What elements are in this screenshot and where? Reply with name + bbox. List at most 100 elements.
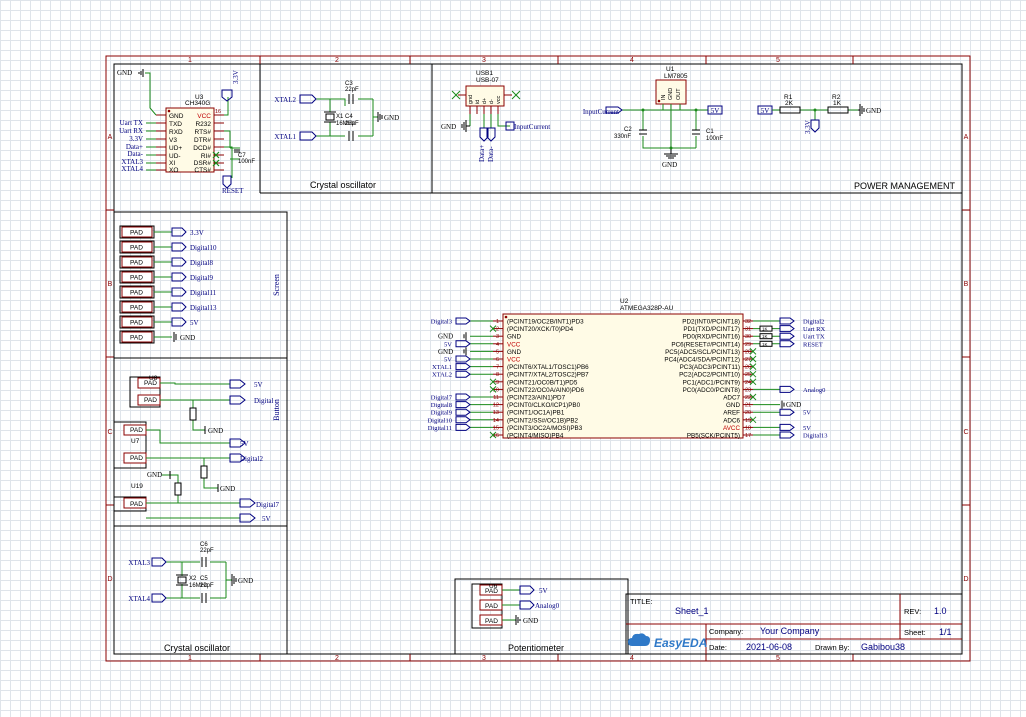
title-label: TITLE: bbox=[630, 597, 653, 606]
col-label: 5 bbox=[776, 655, 780, 662]
resistor-label: 1K bbox=[762, 327, 768, 332]
mcu-pin-name: PC5(ADC5/SCL/PCINT13) bbox=[665, 349, 740, 356]
pad-label: PAD bbox=[130, 501, 143, 508]
title-block: TITLE: Sheet_1 REV: 1.0 Company: Your Co… bbox=[626, 594, 962, 654]
mcu-net: Uart RX bbox=[803, 326, 826, 333]
crystal-top-gnd: GND bbox=[384, 114, 399, 122]
voltage-regulator[interactable]: U1 LM7805 IN GND OUT InputCurrent 5V GND… bbox=[583, 66, 724, 169]
net-flag bbox=[455, 355, 471, 363]
row-label: A bbox=[964, 134, 969, 141]
pad-label: PAD bbox=[130, 320, 143, 327]
company-label: Company: bbox=[709, 627, 743, 636]
mcu-pin-name: GND bbox=[507, 334, 521, 341]
mcu-part: ATMEGA328P-AU bbox=[620, 305, 674, 312]
net-flag bbox=[455, 416, 471, 424]
mcu-pin-name: (PCINT2/SS#/OC1B)PB2 bbox=[507, 417, 579, 424]
xtal-net: XTAL2 bbox=[274, 96, 296, 104]
screen-gnd: GND bbox=[180, 334, 195, 342]
button-gnd: GND bbox=[147, 471, 162, 479]
c5-ref: C5 bbox=[200, 576, 208, 582]
mcu-pin-name: PB5(SCK/PCINT5) bbox=[687, 433, 740, 440]
mcu-pin-name: AVCC bbox=[723, 425, 740, 432]
usb-connector[interactable]: USB1 USB-07 gnd id d+ d- vcc GND InputCu… bbox=[441, 70, 550, 162]
mcu-pin-num: 18 bbox=[745, 425, 751, 431]
pad-label: PAD bbox=[130, 275, 143, 282]
u3-pin-label: DSR# bbox=[194, 160, 212, 167]
net-flag bbox=[455, 340, 471, 348]
mcu-pin-num: 14 bbox=[493, 418, 499, 424]
mcu-pin-name: VCC bbox=[507, 341, 521, 348]
crystal-oscillator-bottom[interactable]: XTAL3 XTAL4 GND C6 22pF X2 16MHz C5 22pF bbox=[128, 542, 253, 603]
net-flag bbox=[171, 317, 187, 327]
mcu-pin-name: PC6(RESET#/PCINT14) bbox=[671, 341, 740, 348]
mcu-pin-name: PD0(RXD/PCINT16) bbox=[683, 334, 740, 341]
reg-out-net: 5V bbox=[711, 107, 720, 115]
screen-net: Digital11 bbox=[190, 289, 217, 297]
mcu-net: Uart TX bbox=[803, 334, 825, 341]
mcu-pin-name: PD1(TXD/PCINT17) bbox=[683, 326, 740, 333]
net-flag bbox=[171, 227, 187, 237]
mcu-pin-num: 11 bbox=[493, 395, 499, 401]
mcu-net: Digital9 bbox=[431, 410, 452, 417]
usb-input-current: InputCurrent bbox=[514, 123, 550, 131]
mcu-atmega328p[interactable]: U2 ATMEGA328P-AU 1 (PCINT19/OC2B/INT1)PD3… bbox=[427, 298, 827, 440]
screen-header[interactable]: PAD 3.3V PAD Digital10 PAD Digital8 PAD Digital… bbox=[119, 225, 217, 344]
schematic-canvas[interactable]: 1 2 3 4 5 1 2 3 4 5 A B C D A B C D Crys… bbox=[0, 0, 1026, 717]
sheet-title: Sheet_1 bbox=[675, 606, 709, 616]
u3-ch340g[interactable]: U3 CH340G GND TXD RXD V3 UD+ UD- XI XO V… bbox=[117, 69, 255, 195]
company-value: Your Company bbox=[760, 626, 820, 636]
u3-pin-label: R232 bbox=[195, 121, 211, 128]
col-label: 2 bbox=[335, 57, 339, 64]
mcu-net: XTAL1 bbox=[432, 364, 452, 371]
mcu-net: GND bbox=[786, 401, 801, 409]
col-label: 4 bbox=[630, 655, 634, 662]
mcu-net: Digital7 bbox=[431, 395, 453, 402]
screen-net: Digital13 bbox=[190, 304, 217, 312]
mcu-pin-num: 30 bbox=[745, 334, 751, 340]
net-flag bbox=[455, 317, 471, 325]
xtal-net: XTAL1 bbox=[274, 133, 296, 141]
net-flag bbox=[455, 408, 471, 416]
button-gnd: GND bbox=[208, 427, 223, 435]
x2-ref: X2 bbox=[189, 576, 197, 582]
screen-net: 3.3V bbox=[190, 229, 204, 237]
screen-net: 5V bbox=[190, 319, 199, 327]
section-title-power: POWER MANAGEMENT bbox=[854, 181, 956, 191]
mcu-ref: U2 bbox=[620, 298, 629, 305]
mcu-pin-num: 3 bbox=[496, 334, 499, 340]
button-section[interactable]: U8 PAD PAD 5V Digital GND PAD PAD U7 5V … bbox=[113, 375, 279, 523]
u3-part: CH340G bbox=[185, 100, 210, 107]
usb-pin: id bbox=[475, 100, 481, 104]
crystal-oscillator-top[interactable]: XTAL2 XTAL1 GND C3 22pF X1 16MHz C4 22pF bbox=[274, 81, 399, 141]
u1-pin: GND bbox=[668, 88, 674, 100]
potentiometer-header[interactable]: U6 PAD PAD PAD 5V Analog0 GND bbox=[471, 583, 560, 629]
mcu-pin-num: 13 bbox=[493, 410, 499, 416]
net-flag bbox=[779, 408, 795, 416]
u3-pin-label: DCD# bbox=[193, 145, 211, 152]
resistor-label: 1K bbox=[762, 334, 768, 339]
reg-gnd: GND bbox=[662, 161, 677, 169]
row-label: B bbox=[964, 281, 969, 288]
mcu-net: 5V bbox=[803, 425, 811, 432]
u3-pin-label: DTR# bbox=[194, 137, 211, 144]
col-label: 1 bbox=[188, 655, 192, 662]
u3-pin-label: TXD bbox=[169, 121, 182, 128]
row-label: C bbox=[107, 429, 112, 436]
net-flag bbox=[779, 385, 795, 393]
net-flag bbox=[455, 423, 471, 431]
net-flag bbox=[779, 423, 795, 431]
row-label: C bbox=[963, 429, 968, 436]
row-label: B bbox=[108, 281, 113, 288]
voltage-divider[interactable]: R1 2K R2 1K 5V 3.3V GND bbox=[757, 94, 881, 134]
pad-label: PAD bbox=[130, 290, 143, 297]
u3-net: Data- bbox=[127, 150, 143, 158]
mcu-net: Digital8 bbox=[431, 402, 452, 409]
mcu-net: Digital2 bbox=[803, 319, 824, 326]
pad-label: PAD bbox=[485, 603, 498, 610]
mcu-pin-name: AREF bbox=[723, 410, 740, 417]
pot-gnd: GND bbox=[523, 617, 538, 625]
mcu-net: Digital11 bbox=[428, 425, 452, 432]
button-ref: U19 bbox=[131, 483, 143, 490]
xtal-net: XTAL4 bbox=[128, 595, 150, 603]
net-flag bbox=[455, 393, 471, 401]
